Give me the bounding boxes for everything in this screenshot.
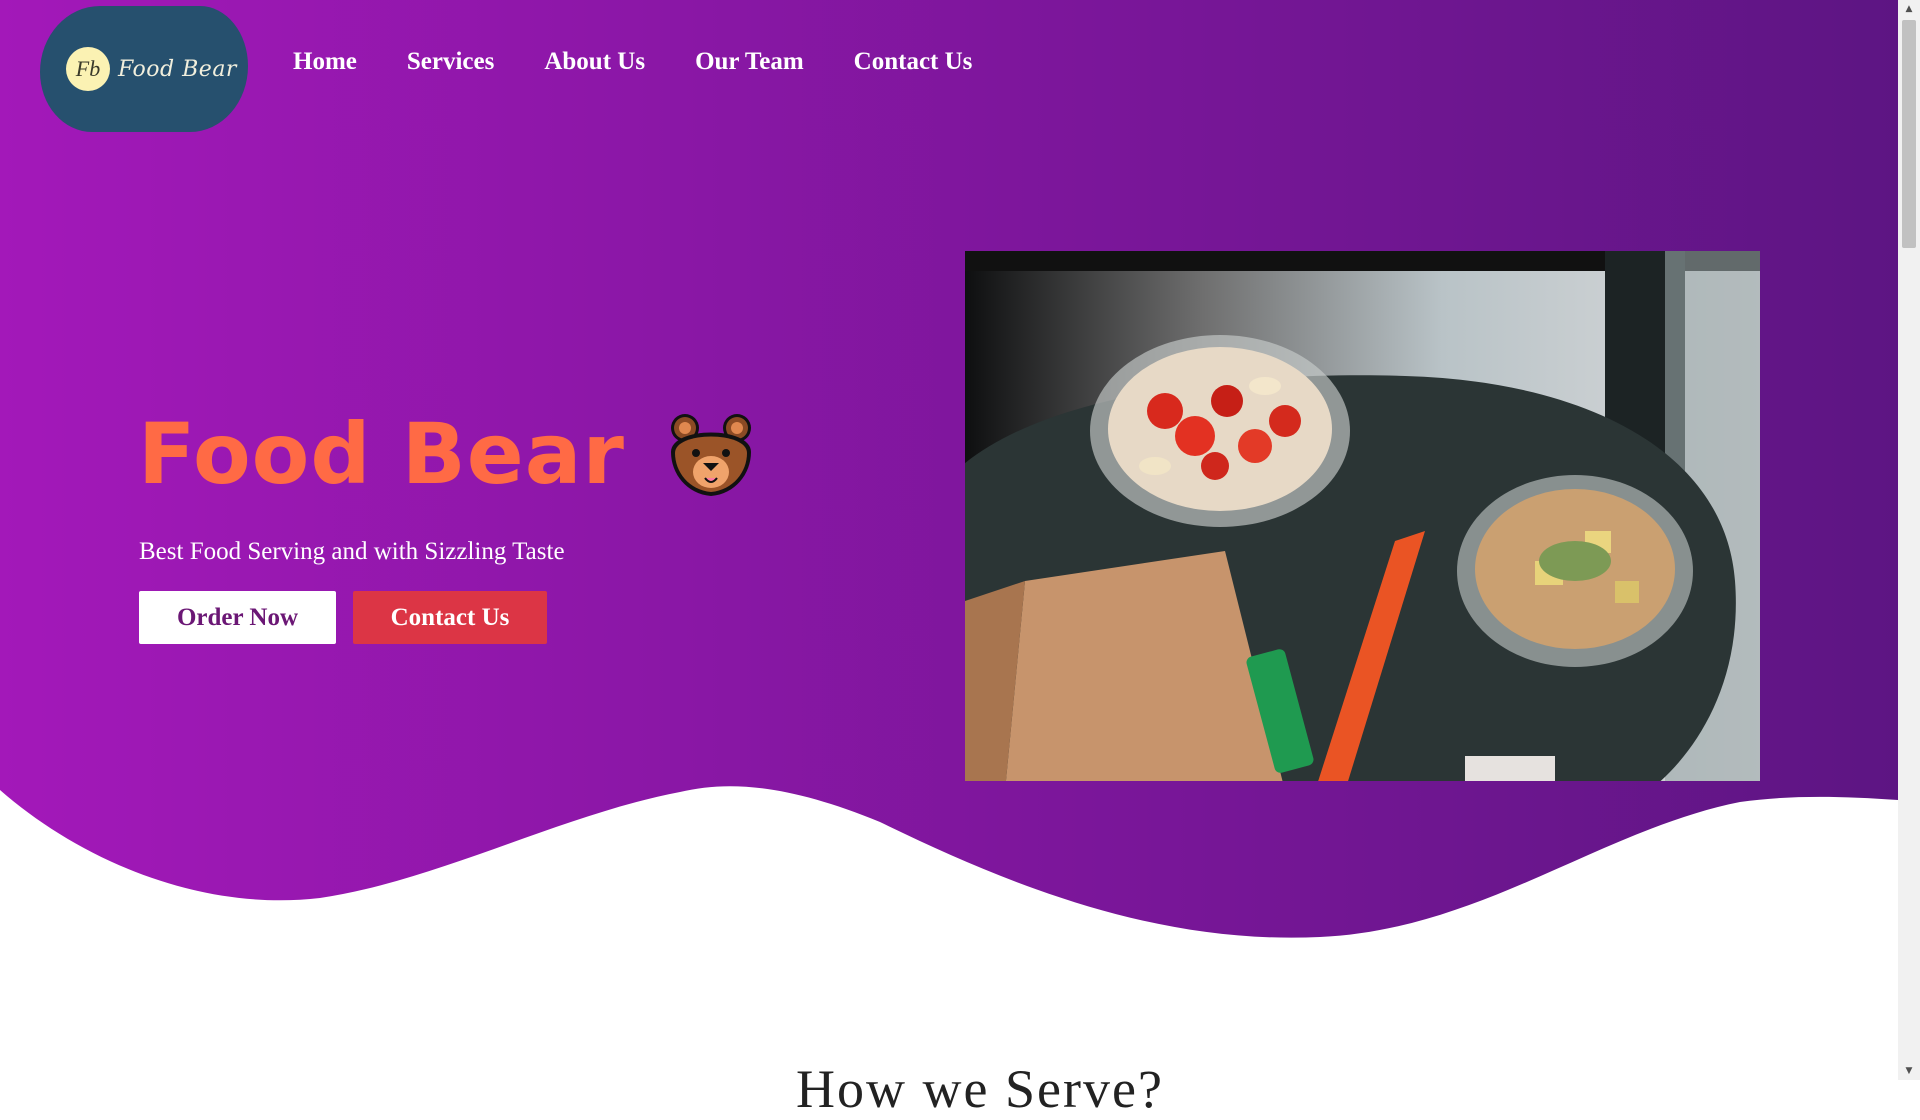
nav-home[interactable]: Home [293,48,357,76]
order-now-button[interactable]: Order Now [139,591,336,644]
nav-contact-us[interactable]: Contact Us [854,48,973,76]
logo-text: Food Bear [118,56,237,82]
nav-services[interactable]: Services [407,48,494,76]
hero-tagline: Best Food Serving and with Sizzling Tast… [139,538,565,565]
nav-about-us[interactable]: About Us [544,48,645,76]
scrollbar-thumb[interactable] [1902,20,1916,248]
nav-our-team[interactable]: Our Team [695,48,804,76]
scroll-down-arrow-icon[interactable]: ▼ [1898,1062,1920,1080]
section-heading: How we Serve? [796,1059,1164,1119]
brand-logo[interactable]: Fb Food Bear [40,6,248,132]
food-photo-illustration [965,251,1760,781]
contact-us-button[interactable]: Contact Us [353,591,547,644]
hero-title: Food Bear [138,405,757,503]
food-bowls-photo [965,251,1760,781]
page-scrollbar[interactable]: ▲ ▼ [1898,0,1920,1080]
hero-section: Fb Food Bear Home Services About Us Our … [0,0,1898,1080]
hero-title-text: Food Bear [138,405,625,503]
main-nav: Home Services About Us Our Team Contact … [293,48,972,76]
bear-face-icon [670,414,751,496]
scroll-up-arrow-icon[interactable]: ▲ [1898,0,1920,18]
logo-mark: Fb [66,47,110,91]
